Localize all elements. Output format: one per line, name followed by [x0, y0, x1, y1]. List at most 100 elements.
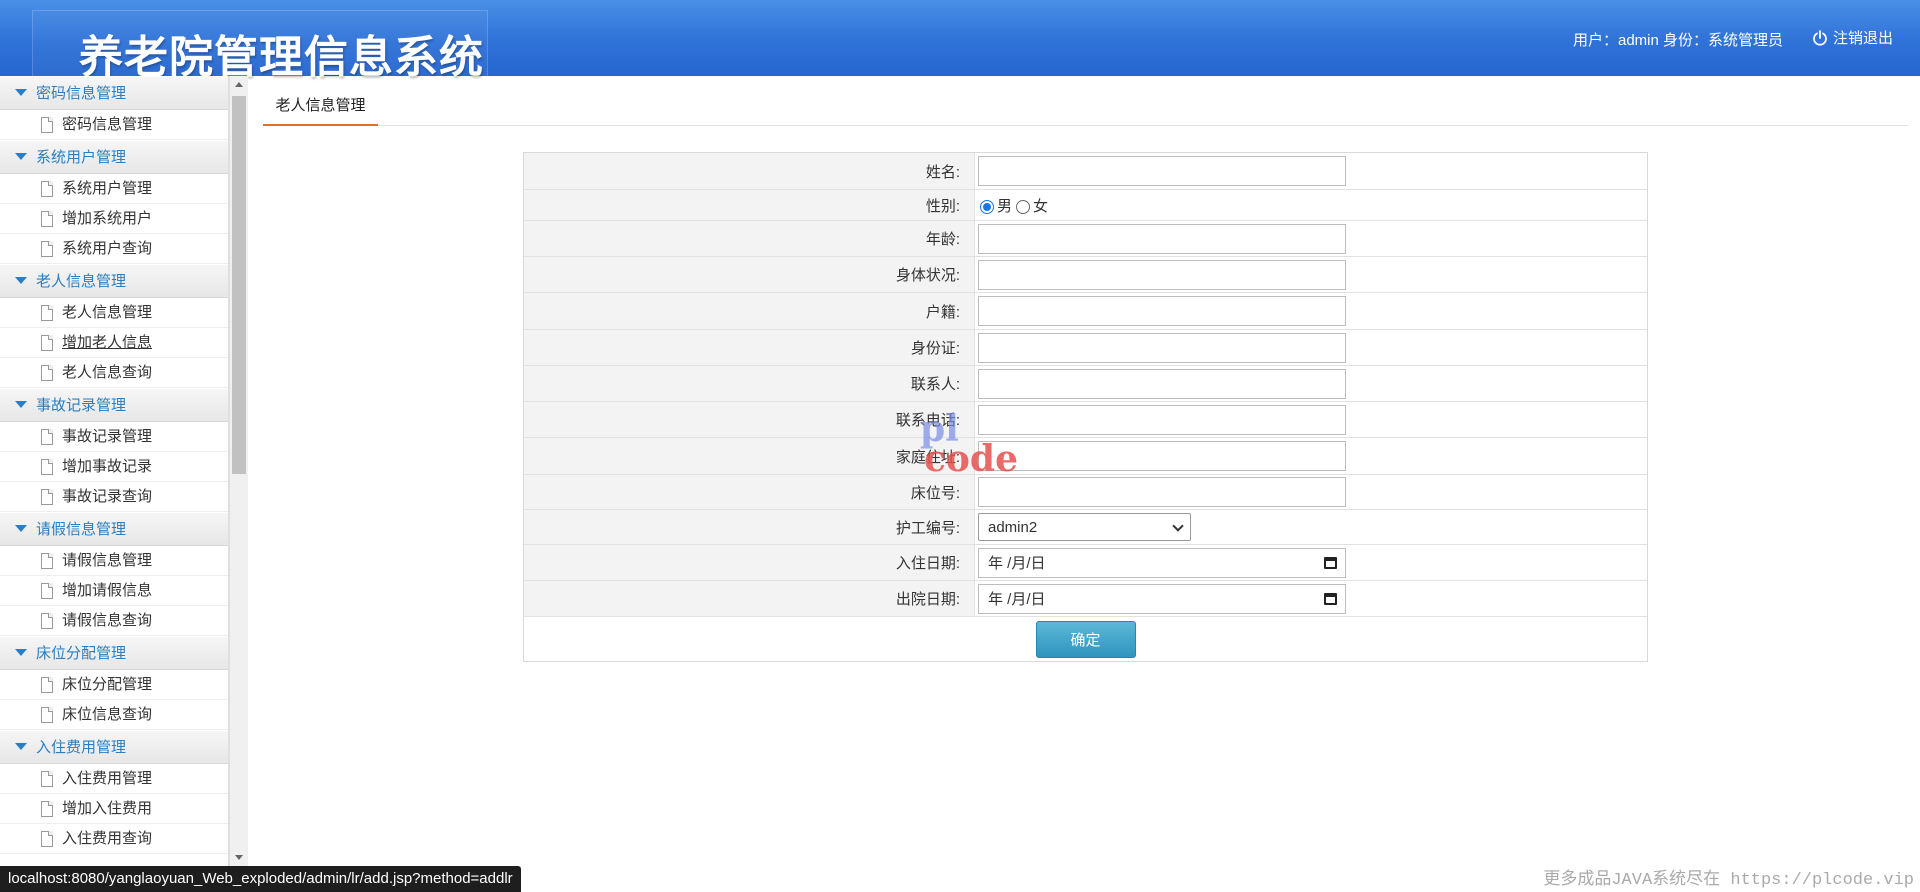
- power-icon: [1813, 29, 1827, 46]
- sidebar-item-accident-query[interactable]: 事故记录查询: [0, 482, 228, 512]
- logo-box: 养老院管理信息系统: [32, 10, 488, 83]
- tab-elder-info[interactable]: 老人信息管理: [263, 90, 378, 126]
- phone-field[interactable]: [978, 404, 1346, 435]
- document-icon: [41, 241, 53, 257]
- household-field[interactable]: [978, 296, 1346, 326]
- nurse-select[interactable]: admin2: [978, 513, 1191, 541]
- sidebar-item-add-accident[interactable]: 增加事故记录: [0, 452, 228, 482]
- form-row-health: 身体状况:: [524, 257, 1647, 293]
- name-field[interactable]: [978, 156, 1346, 186]
- health-field[interactable]: [978, 259, 1346, 290]
- sidebar-item-elder-query[interactable]: 老人信息查询: [0, 358, 228, 388]
- idcard-label: 身份证:: [524, 330, 975, 365]
- document-icon: [41, 677, 53, 693]
- sidebar-group-accident[interactable]: 事故记录管理: [0, 388, 228, 422]
- checkin-date-field[interactable]: 年 /月/日: [978, 547, 1346, 578]
- gender-label: 性别:: [524, 190, 975, 220]
- form-row-phone: 联系电话:: [524, 402, 1647, 438]
- gender-female-radio[interactable]: [1016, 200, 1031, 214]
- sidebar-group-fee[interactable]: 入住费用管理: [0, 730, 228, 764]
- sidebar-item-fee-manage[interactable]: 入住费用管理: [0, 764, 228, 794]
- document-icon: [41, 771, 53, 787]
- sidebar-item-bed-query[interactable]: 床位信息查询: [0, 700, 228, 730]
- triangle-down-icon: [15, 400, 27, 408]
- main-content: 老人信息管理 姓名: 性别: 男 女 年龄: 身体状况: 户籍: 身份证: 联系…: [249, 76, 1920, 892]
- contact-label: 联系人:: [524, 366, 975, 401]
- logout-label: 注销退出: [1833, 30, 1894, 47]
- sidebar-item-add-elder[interactable]: 增加老人信息: [0, 328, 228, 358]
- triangle-down-icon: [15, 648, 27, 656]
- form-row-age: 年龄:: [524, 221, 1647, 257]
- document-icon: [41, 305, 53, 321]
- form-row-bed: 床位号:: [524, 475, 1647, 510]
- chevron-down-icon: [1172, 520, 1184, 532]
- household-label: 户籍:: [524, 293, 975, 329]
- calendar-icon[interactable]: [1324, 556, 1337, 569]
- checkin-label: 入住日期:: [524, 545, 975, 580]
- idcard-field[interactable]: [978, 332, 1346, 363]
- scroll-down-icon[interactable]: [235, 855, 243, 860]
- checkout-label: 出院日期:: [524, 581, 975, 616]
- age-field[interactable]: [978, 223, 1346, 254]
- sidebar-item-elder-manage[interactable]: 老人信息管理: [0, 298, 228, 328]
- sidebar-item-add-system-user[interactable]: 增加系统用户: [0, 204, 228, 234]
- bed-label: 床位号:: [524, 475, 975, 509]
- scroll-thumb[interactable]: [232, 96, 246, 474]
- document-icon: [41, 583, 53, 599]
- form-row-submit: 确定: [524, 617, 1647, 661]
- document-icon: [41, 459, 53, 475]
- triangle-down-icon: [15, 152, 27, 160]
- triangle-down-icon: [15, 524, 27, 532]
- form-row-household: 户籍:: [524, 293, 1647, 330]
- logout-button[interactable]: 注销退出: [1812, 27, 1893, 48]
- document-icon: [41, 613, 53, 629]
- sidebar-item-leave-manage[interactable]: 请假信息管理: [0, 546, 228, 576]
- address-field[interactable]: [978, 441, 1346, 471]
- sidebar-item-leave-query[interactable]: 请假信息查询: [0, 606, 228, 636]
- triangle-down-icon: [15, 742, 27, 750]
- gender-male-label: 男: [997, 197, 1013, 215]
- form-row-contact: 联系人:: [524, 366, 1647, 402]
- sidebar-item-system-user-manage[interactable]: 系统用户管理: [0, 174, 228, 204]
- form-row-gender: 性别: 男 女: [524, 190, 1647, 221]
- sidebar-scrollbar[interactable]: [229, 76, 248, 866]
- sidebar-group-system-user[interactable]: 系统用户管理: [0, 140, 228, 174]
- sidebar-group-bed[interactable]: 床位分配管理: [0, 636, 228, 670]
- sidebar-item-add-leave[interactable]: 增加请假信息: [0, 576, 228, 606]
- checkout-date-field[interactable]: 年 /月/日: [978, 583, 1346, 614]
- sidebar-item-fee-query[interactable]: 入住费用查询: [0, 824, 228, 854]
- gender-female-label: 女: [1033, 197, 1049, 215]
- sidebar-group-leave[interactable]: 请假信息管理: [0, 512, 228, 546]
- form-row-name: 姓名:: [524, 153, 1647, 190]
- form-row-nurse: 护工编号: admin2: [524, 510, 1647, 545]
- document-icon: [41, 117, 53, 133]
- nurse-select-value: admin2: [988, 518, 1038, 536]
- document-icon: [41, 335, 53, 351]
- tab-bar: 老人信息管理: [263, 90, 1908, 126]
- checkout-date-placeholder: 年 /月/日: [988, 591, 1046, 608]
- sidebar-item-bed-manage[interactable]: 床位分配管理: [0, 670, 228, 700]
- sidebar-item-accident-manage[interactable]: 事故记录管理: [0, 422, 228, 452]
- sidebar-item-password-manage[interactable]: 密码信息管理: [0, 110, 228, 140]
- calendar-icon[interactable]: [1324, 592, 1337, 605]
- phone-label: 联系电话:: [524, 402, 975, 437]
- document-icon: [41, 801, 53, 817]
- submit-button[interactable]: 确定: [1035, 620, 1136, 658]
- sidebar-group-elder-info[interactable]: 老人信息管理: [0, 264, 228, 298]
- form-row-checkout: 出院日期: 年 /月/日: [524, 581, 1647, 617]
- bed-field[interactable]: [978, 477, 1346, 507]
- sidebar-group-password[interactable]: 密码信息管理: [0, 76, 228, 110]
- document-icon: [41, 181, 53, 197]
- triangle-down-icon: [15, 88, 27, 96]
- elder-form: 姓名: 性别: 男 女 年龄: 身体状况: 户籍: 身份证: 联系人: 联系电话…: [523, 152, 1648, 662]
- name-label: 姓名:: [524, 153, 975, 189]
- triangle-down-icon: [15, 276, 27, 284]
- gender-male-radio[interactable]: [980, 200, 994, 214]
- form-row-address: 家庭住址:: [524, 438, 1647, 475]
- sidebar-item-system-user-query[interactable]: 系统用户查询: [0, 234, 228, 264]
- sidebar-item-add-fee[interactable]: 增加入住费用: [0, 794, 228, 824]
- form-row-idcard: 身份证:: [524, 330, 1647, 366]
- contact-field[interactable]: [978, 368, 1346, 399]
- scroll-up-icon[interactable]: [235, 82, 243, 87]
- checkin-date-placeholder: 年 /月/日: [988, 555, 1046, 572]
